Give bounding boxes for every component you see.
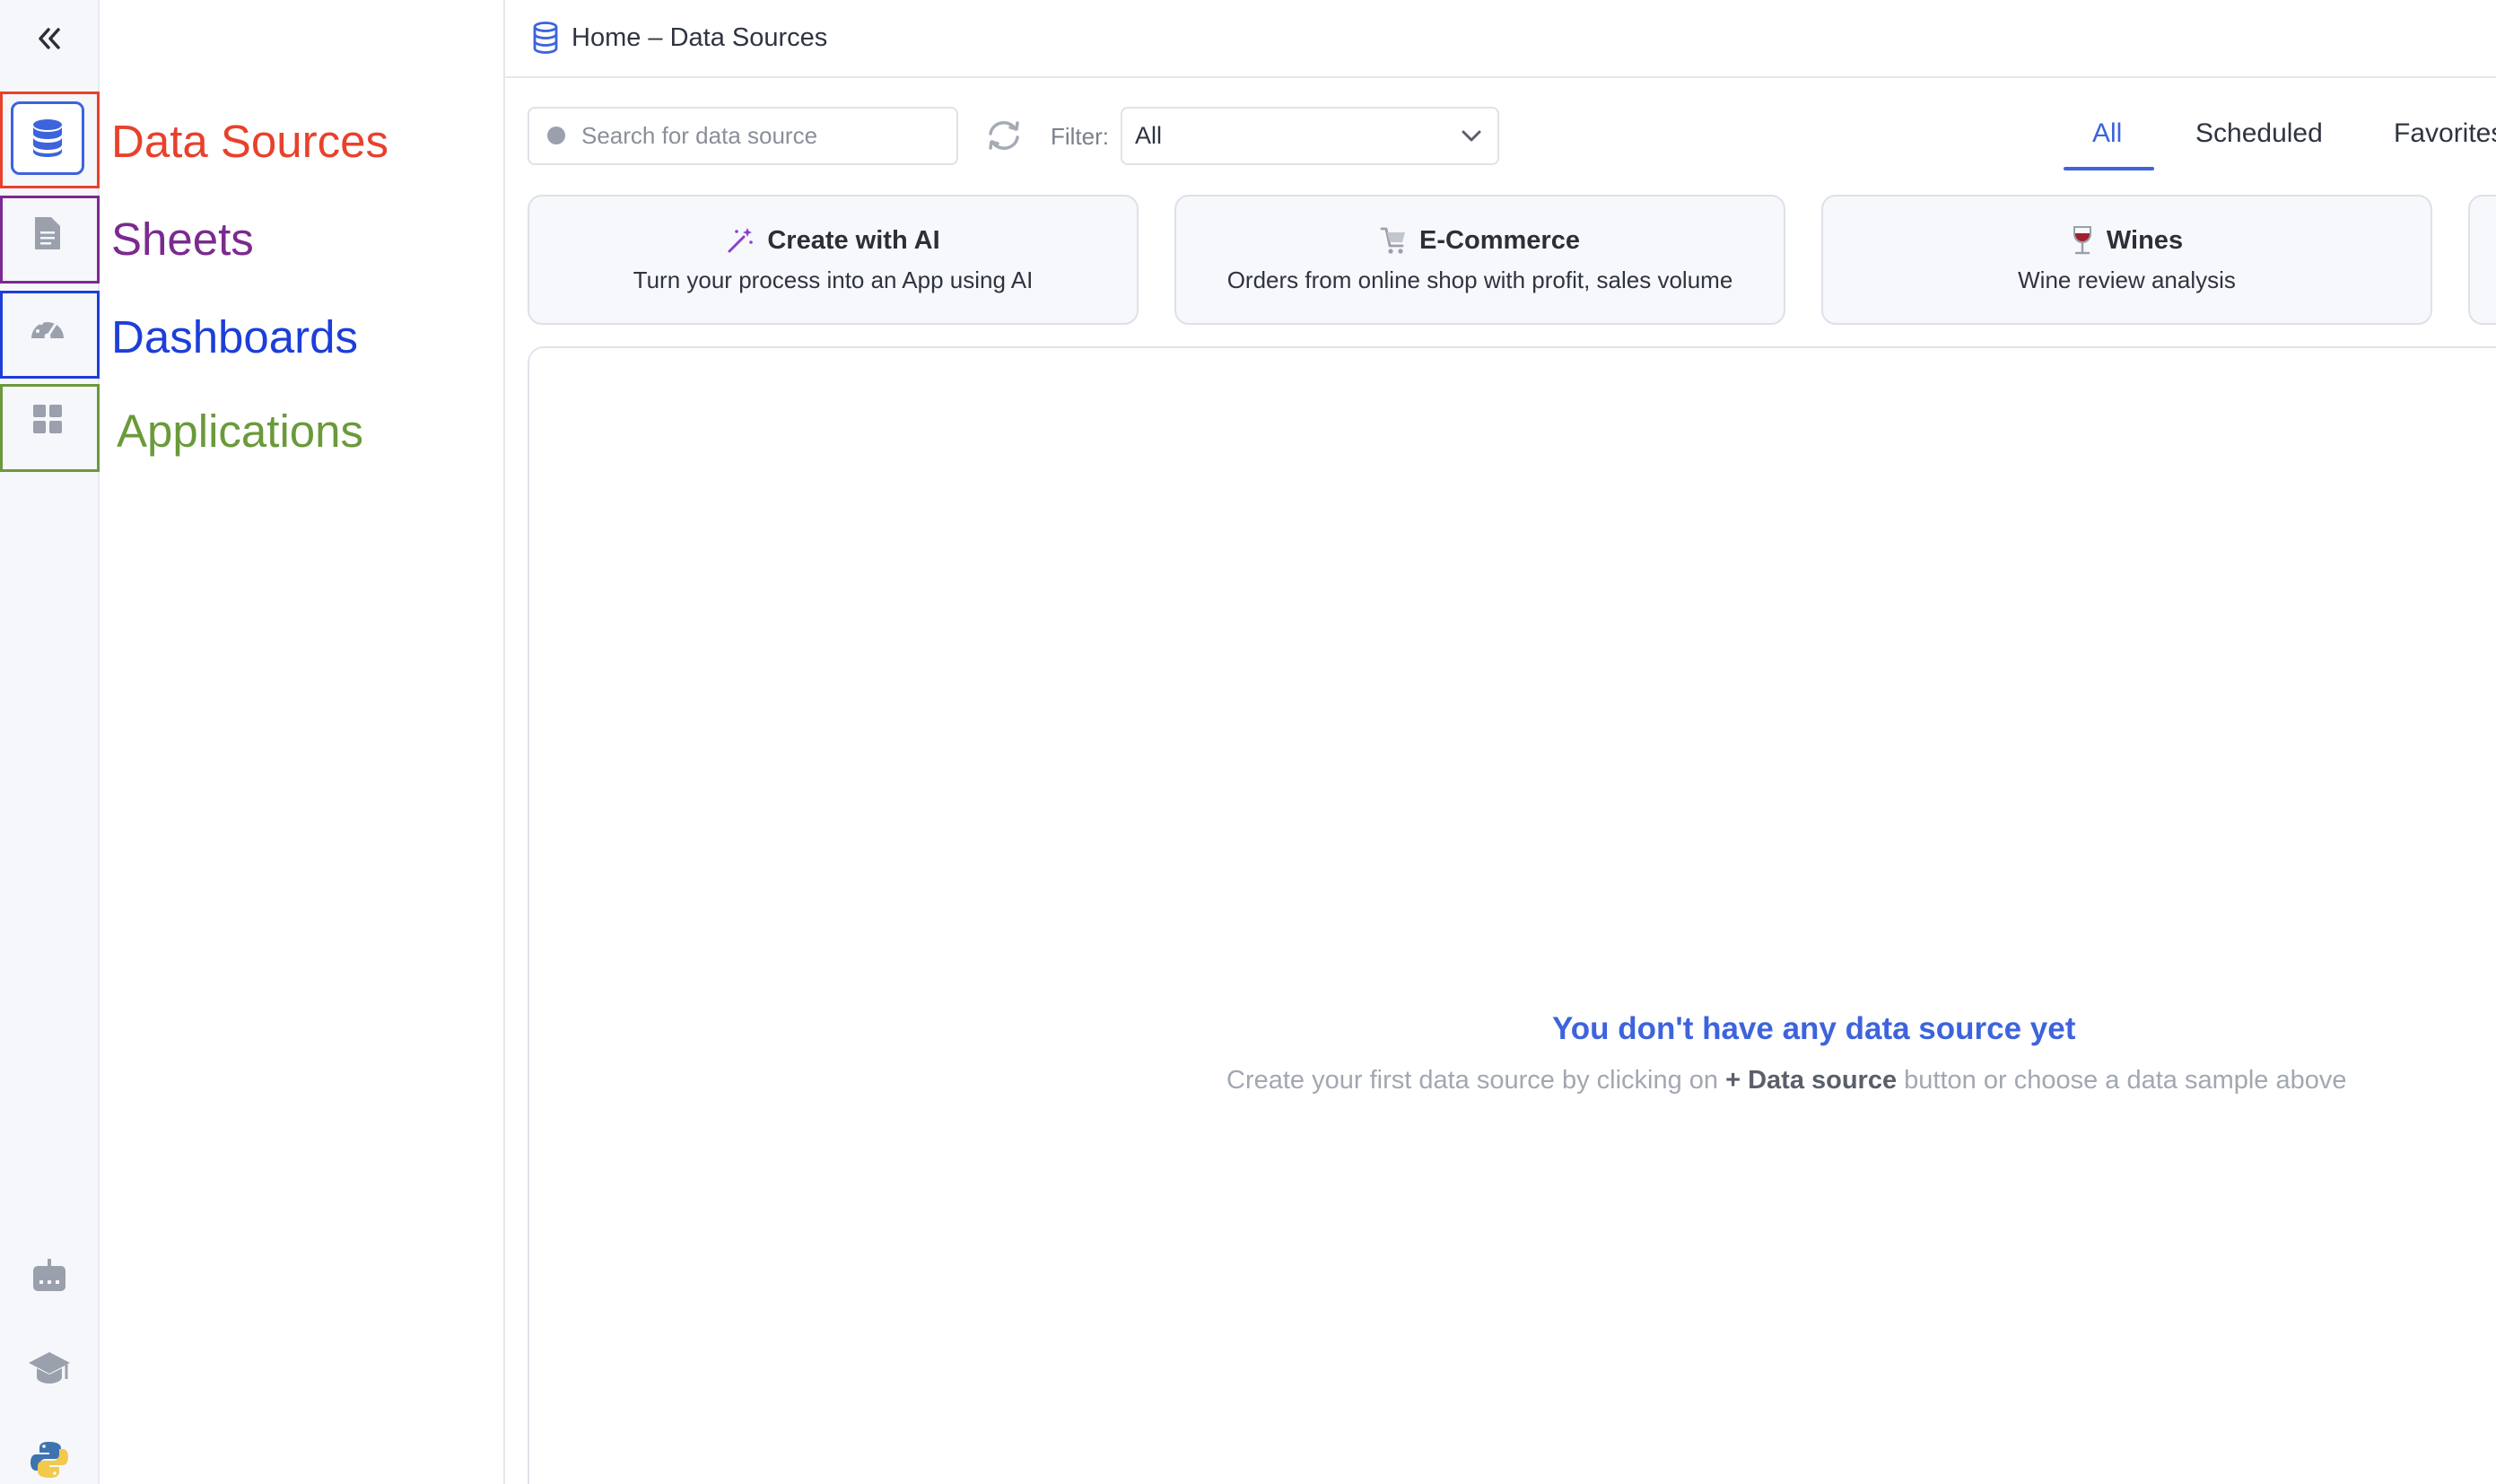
- filter-value: All: [1135, 122, 1163, 149]
- tab-favorites[interactable]: Favorites: [2394, 118, 2496, 149]
- annotation-dashboards: Dashboards: [111, 311, 358, 362]
- sample-card-e-commerce[interactable]: E-Commerce Orders from online shop with …: [1174, 195, 1785, 325]
- empty-state-text-before: Create your first data source by clickin…: [1226, 1066, 1726, 1095]
- card-title-text: Wines: [2106, 225, 2184, 255]
- breadcrumb-text: Home – Data Sources: [572, 22, 828, 52]
- annotation-data-sources: Data Sources: [111, 116, 388, 167]
- active-tab-indicator: [2064, 167, 2154, 170]
- magic-wand-icon: [728, 228, 754, 253]
- card-title-text: Create with AI: [767, 225, 940, 255]
- card-description: Wine review analysis: [2018, 266, 2236, 293]
- refresh-icon: [989, 121, 1019, 150]
- sample-card-create-with-ai[interactable]: Create with AI Turn your process into an…: [528, 195, 1139, 325]
- nav-dashboards-button[interactable]: [11, 290, 84, 363]
- assistant-button[interactable]: [25, 1252, 74, 1300]
- search-icon: [547, 126, 565, 144]
- card-description: Orders from online shop with profit, sal…: [1226, 266, 1733, 293]
- icon-rail: [0, 0, 100, 1484]
- nav-sheets-button[interactable]: [11, 196, 84, 270]
- graduation-cap-icon: [29, 1352, 70, 1384]
- card-title: E-Commerce: [1380, 226, 1580, 256]
- refresh-button[interactable]: [983, 115, 1025, 156]
- filter-label: Filter:: [1051, 123, 1109, 150]
- wine-glass-icon: [2073, 226, 2091, 255]
- breadcrumb: Home – Data Sources: [532, 22, 827, 54]
- python-icon: [31, 1442, 68, 1478]
- grid-icon: [33, 405, 62, 433]
- gauge-icon: [31, 319, 64, 340]
- card-title: Create with AI: [726, 225, 940, 256]
- database-icon: [33, 119, 62, 157]
- app-root: Data Sources Sheets Dashboards Applicati…: [0, 0, 2496, 1484]
- database-icon: [533, 22, 558, 54]
- empty-state-text-after: button or choose a data sample above: [1897, 1066, 2347, 1095]
- robot-icon: [33, 1259, 65, 1291]
- nav-data-sources-button[interactable]: [11, 101, 84, 175]
- document-icon: [35, 217, 60, 249]
- empty-state-subtitle: Create your first data source by clickin…: [1226, 1066, 2347, 1096]
- nav-applications-button[interactable]: [11, 382, 84, 456]
- empty-state-title: You don't have any data source yet: [1552, 1011, 2076, 1046]
- annotation-sheets: Sheets: [111, 214, 254, 265]
- tab-all[interactable]: All: [2092, 118, 2122, 149]
- learning-button[interactable]: [25, 1344, 74, 1392]
- shopping-cart-icon: [1380, 227, 1406, 254]
- collapse-sidebar-button[interactable]: [31, 20, 68, 57]
- sample-card-wines[interactable]: Wines Wine review analysis: [1821, 195, 2432, 325]
- annotation-applications: Applications: [117, 406, 363, 457]
- page-header: Home – Data Sources: [505, 0, 2496, 78]
- card-description: Turn your process into an App using AI: [633, 266, 1034, 293]
- sample-card-partial[interactable]: [2468, 195, 2496, 325]
- tab-scheduled[interactable]: Scheduled: [2195, 118, 2323, 149]
- filter-select[interactable]: All: [1121, 107, 1499, 165]
- chevron-down-icon: [1462, 130, 1481, 141]
- double-chevron-left-icon: [39, 28, 60, 49]
- add-data-source-hint: + Data source: [1725, 1066, 1898, 1095]
- card-title-text: E-Commerce: [1419, 225, 1580, 255]
- card-title: Wines: [2071, 225, 2183, 256]
- search-box[interactable]: [528, 107, 958, 165]
- python-button[interactable]: [25, 1436, 74, 1484]
- search-input[interactable]: [581, 122, 922, 150]
- data-source-list: [528, 346, 2496, 1484]
